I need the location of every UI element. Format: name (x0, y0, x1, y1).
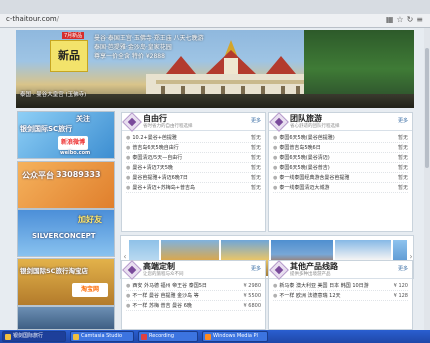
list-item[interactable]: ● 泰国普吉岛5晚6日 暂无 (273, 143, 408, 153)
wechat-label: 公众平台 (22, 171, 54, 180)
promo-line: 曼谷·泰国王宫·玉佛寺·郑王庙 八天七晚游 (94, 35, 204, 42)
hero-banner[interactable]: 7月新品 新品 曼谷·泰国王宫·玉佛寺·郑王庙 八天七晚游 泰国·芭提雅·金沙岛… (16, 30, 414, 108)
url-text[interactable]: c-thaitour.com/ (6, 15, 59, 23)
browser-app-icon (5, 334, 11, 340)
browser-screen: c-thaitour.com/ ▦☆↻≡ 7月新品 新品 曼谷·泰国王宫·玉佛寺… (0, 0, 430, 343)
wechat-id: 33089333 (56, 170, 101, 179)
list-item[interactable]: ● 曼谷+清迈+苏梅岛+普吉岛 暂无 (126, 183, 261, 193)
camtasia-app-icon (73, 334, 79, 340)
bottom-ad[interactable] (17, 306, 115, 330)
list-item[interactable]: ● 不一样 欧洲 法德意瑞 12天 ¥ 128 (273, 291, 408, 301)
route-list: ● 10.2+曼谷+芭提雅 暂无 ● 普吉岛6天5晚自由行 暂无 ● 泰国清迈/5天—自由… (122, 131, 265, 195)
scrollbar-thumb[interactable] (425, 48, 429, 168)
weibo-logo-icon: 新浪微博 (58, 136, 88, 150)
panel-header: 其他产品线路 提供多种出境游产品 更多 (269, 260, 412, 280)
diamond-icon (269, 260, 289, 280)
route-list: ● 泰国6天5晚(曼谷芭提雅) 暂无 ● 泰国普吉岛5晚6日 暂无 ● 泰国6天5晚(曼谷… (269, 131, 412, 195)
recording-app-icon (141, 334, 147, 340)
route-list: ● 新马泰 澳大利亚 美国 日本 韩国 10日游 ¥ 120 ● 不一样 欧洲 法德意… (269, 279, 412, 303)
banner-caption: 泰国 · 曼谷大皇宫 (玉佛寺) (20, 92, 87, 98)
diamond-icon (122, 112, 142, 132)
panel-header: 高端定制 让您的旅程与众不同 更多 (122, 260, 265, 280)
add-friend-label: 加好友 (78, 215, 102, 224)
panel-header: 团队旅游 省心舒适的团队行程选择 更多 (269, 112, 412, 132)
address-bar[interactable]: c-thaitour.com/ ▦☆↻≡ (0, 14, 430, 28)
list-item[interactable]: ● 泰国6天5晚(曼谷清迈) 暂无 (273, 153, 408, 163)
other-products-panel: 其他产品线路 提供多种出境游产品 更多 ● 新马泰 澳大利亚 美国 日本 韩国 1… (268, 260, 413, 330)
panel-subtitle: 提供多种出境游产品 (290, 272, 331, 277)
address-bar-icons[interactable]: ▦☆↻≡ (386, 15, 426, 24)
banner-promo-text: 曼谷·泰国王宫·玉佛寺·郑王庙 八天七晚游 泰国·芭提雅·金沙岛·皇家花园 尊享… (94, 34, 294, 61)
ad-brand-label: 银剑国际SC旅行 (20, 125, 73, 133)
group-tour-panel: 团队旅游 省心舒适的团队行程选择 更多 ● 泰国6天5晚(曼谷芭提雅) 暂无 ● 泰国… (268, 112, 413, 232)
windows-taskbar: 银剑国际旅行 Camtasia Studio Recording Windows… (0, 330, 430, 343)
promo-line: 泰国·芭提雅·金沙岛·皇家花园 (94, 44, 172, 51)
wechat-ad[interactable]: 公众平台 33089333 (17, 161, 115, 209)
taobao-logo-icon: 淘宝网 (72, 283, 108, 297)
more-link[interactable]: 更多 (398, 265, 408, 272)
new-product-tag: 7月新品 (62, 32, 85, 39)
taobao-shop-label: 银剑国际SC旅行淘宝店 (20, 267, 88, 275)
ad-follow-label: 关注 (76, 115, 90, 123)
list-item[interactable]: ● 曼谷芭提雅+清迈6晚7日 暂无 (126, 173, 261, 183)
more-link[interactable]: 更多 (251, 265, 261, 272)
list-item[interactable]: ● 泰一线泰国清迈大城游 暂无 (273, 183, 408, 193)
silverconcept-label: SILVERCONCEPT (32, 232, 96, 240)
list-item[interactable]: ● 曼谷+清迈7天5晚 暂无 (126, 163, 261, 173)
list-item[interactable]: ● 10.2+曼谷+芭提雅 暂无 (126, 133, 261, 143)
media-player-app-icon (205, 334, 211, 340)
list-item[interactable]: ● 普吉岛6天5晚自由行 暂无 (126, 143, 261, 153)
list-item[interactable]: ● 不一样 曼谷 芭提雅 金沙岛 等 ¥ 5500 (126, 291, 261, 301)
more-link[interactable]: 更多 (398, 117, 408, 124)
free-travel-panel: 自由行 省时省力的自由行程选择 更多 ● 10.2+曼谷+芭提雅 暂无 ● 普吉岛6天… (121, 112, 266, 232)
refresh-icon[interactable]: ↻ (407, 15, 417, 24)
list-item[interactable]: ● 泰国6天5晚(曼谷普吉) 暂无 (273, 163, 408, 173)
route-list: ● 西安 外马德 福州 帝王谷 泰国5日 ¥ 2980 ● 不一样 曼谷 芭提雅 金沙… (122, 279, 265, 313)
web-page: 7月新品 新品 曼谷·泰国王宫·玉佛寺·郑王庙 八天七晚游 泰国·芭提雅·金沙岛… (0, 28, 430, 330)
list-item[interactable]: ● 泰国清迈/5天—自由行 暂无 (126, 153, 261, 163)
diamond-icon (122, 260, 142, 280)
taskbar-item[interactable]: Recording (138, 331, 198, 342)
taskbar-item[interactable]: 银剑国际旅行 (2, 331, 66, 342)
promo-line: 尊享一价全含 特价 ¥2888 (94, 53, 165, 60)
feed-icon[interactable]: ▦ (386, 15, 397, 24)
browser-tab-strip (0, 0, 430, 14)
panel-header: 自由行 省时省力的自由行程选择 更多 (122, 112, 265, 132)
panel-subtitle: 省心舒适的团队行程选择 (290, 124, 340, 129)
diamond-icon (269, 112, 289, 132)
panel-subtitle: 省时省力的自由行程选择 (143, 124, 193, 129)
star-icon[interactable]: ☆ (396, 15, 406, 24)
list-item[interactable]: ● 泰国6天5晚(曼谷芭提雅) 暂无 (273, 133, 408, 143)
list-item[interactable]: ● 泰一线泰国经典游含曼谷芭提雅 暂无 (273, 173, 408, 183)
weibo-url: weibo.com (60, 150, 91, 156)
custom-tour-panel: 高端定制 让您的旅程与众不同 更多 ● 西安 外马德 福州 帝王谷 泰国5日 ¥ 2… (121, 260, 266, 330)
taskbar-item[interactable]: Camtasia Studio (70, 331, 134, 342)
taobao-ad[interactable]: 银剑国际SC旅行淘宝店 淘宝网 (17, 258, 115, 306)
page-scrollbar[interactable] (424, 28, 430, 330)
list-item[interactable]: ● 不一样 苏梅 普吉 曼谷 6晚 ¥ 6800 (126, 301, 261, 311)
panel-subtitle: 让您的旅程与众不同 (143, 272, 184, 277)
list-item[interactable]: ● 西安 外马德 福州 帝王谷 泰国5日 ¥ 2980 (126, 281, 261, 291)
weibo-ad[interactable]: 关注 银剑国际SC旅行 新浪微博 weibo.com (17, 111, 115, 159)
taskbar-item[interactable]: Windows Media Pl (202, 331, 268, 342)
menu-icon[interactable]: ≡ (416, 15, 426, 24)
friend-ad[interactable]: 加好友 SILVERCONCEPT (17, 209, 115, 257)
new-product-badge: 新品 (50, 40, 88, 72)
list-item[interactable]: ● 新马泰 澳大利亚 美国 日本 韩国 10日游 ¥ 120 (273, 281, 408, 291)
more-link[interactable]: 更多 (251, 117, 261, 124)
